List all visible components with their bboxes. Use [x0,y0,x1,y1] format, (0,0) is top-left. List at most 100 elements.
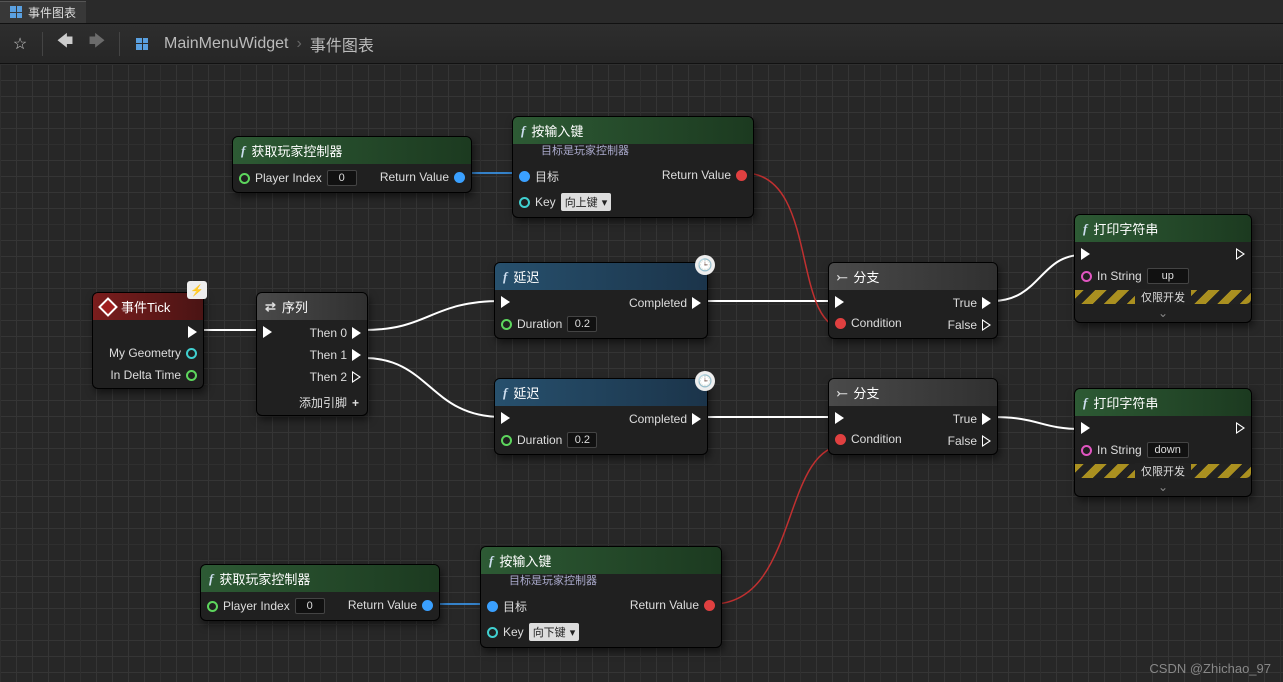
expand-chevron-icon[interactable]: ⌄ [1075,304,1251,322]
completed-pin[interactable]: Completed [629,412,701,426]
function-icon: f [489,553,493,569]
node-header[interactable]: 序列 [257,293,367,320]
node-get-player-controller-2[interactable]: f 获取玩家控制器 Player Index Return Value [200,564,440,621]
node-event-tick[interactable]: 事件Tick ⚡ My Geometry In Delta Time [92,292,204,389]
in-string-input[interactable] [1147,442,1189,458]
node-input-key-1[interactable]: f 按输入键 目标是玩家控制器 目标 Key向上键▾ Return Value [512,116,754,218]
expand-chevron-icon[interactable]: ⌄ [1075,478,1251,496]
key-pin[interactable]: Key向上键▾ [519,193,611,211]
target-pin[interactable]: 目标 [487,598,579,615]
tab-title: 事件图表 [28,4,76,21]
function-icon: f [209,571,213,587]
node-title: 序列 [282,297,308,316]
then1-pin[interactable]: Then 1 [310,348,361,362]
node-print-string-2[interactable]: f 打印字符串 In String 仅限开发 ⌄ [1074,388,1252,497]
exec-out-pin[interactable] [1236,248,1245,260]
then2-pin[interactable]: Then 2 [310,370,361,384]
function-icon: f [521,123,525,139]
node-header[interactable]: 分支 [829,379,997,406]
node-header[interactable]: 分支 [829,263,997,290]
node-header[interactable]: f 打印字符串 [1075,215,1251,242]
node-header[interactable]: f 按输入键 [513,117,753,144]
true-pin[interactable]: True [953,412,991,426]
in-string-pin[interactable]: In String [1081,268,1189,284]
return-value-pin[interactable]: Return Value [662,168,747,182]
then0-pin[interactable]: Then 0 [310,326,361,340]
star-button[interactable]: ☆ [6,30,34,58]
graph-canvas[interactable]: 事件Tick ⚡ My Geometry In Delta Time 序列 Th… [0,64,1283,682]
branch-icon [837,269,847,285]
node-sequence[interactable]: 序列 Then 0 Then 1 Then 2 添加引脚 + [256,292,368,416]
condition-pin[interactable]: Condition [835,432,902,446]
exec-in-pin[interactable] [501,296,597,308]
player-index-input[interactable] [327,170,357,186]
false-pin[interactable]: False [948,318,991,332]
breadcrumb-widget[interactable]: MainMenuWidget [164,35,289,53]
divider [42,32,43,56]
node-title: 延迟 [513,267,539,286]
false-pin[interactable]: False [948,434,991,448]
node-header[interactable]: f 打印字符串 [1075,389,1251,416]
condition-pin[interactable]: Condition [835,316,902,330]
node-header[interactable]: f 获取玩家控制器 [201,565,439,592]
node-input-key-2[interactable]: f 按输入键 目标是玩家控制器 目标 Key向下键▾ Return Value [480,546,722,648]
node-branch-1[interactable]: 分支 Condition True False [828,262,998,339]
sequence-icon [265,299,276,315]
exec-in-pin[interactable] [263,326,272,338]
duration-pin[interactable]: Duration [501,432,597,448]
node-title: 获取玩家控制器 [251,141,342,160]
return-value-pin[interactable]: Return Value [380,170,465,184]
tab-event-graph[interactable]: 事件图表 [0,1,86,23]
duration-pin[interactable]: Duration [501,316,597,332]
duration-input[interactable] [567,432,597,448]
tab-bar: 事件图表 [0,0,1283,24]
divider [119,32,120,56]
node-header[interactable]: f 获取玩家控制器 [233,137,471,164]
function-icon: f [1083,221,1087,237]
node-header[interactable]: f 延迟 [495,263,707,290]
key-pin[interactable]: Key向下键▾ [487,623,579,641]
branch-icon [837,385,847,401]
in-string-pin[interactable]: In String [1081,442,1189,458]
exec-in-pin[interactable] [1081,248,1189,260]
duration-input[interactable] [567,316,597,332]
key-dropdown[interactable]: 向上键▾ [561,193,612,211]
completed-pin[interactable]: Completed [629,296,701,310]
return-value-pin[interactable]: Return Value [348,598,433,612]
in-string-input[interactable] [1147,268,1189,284]
exec-in-pin[interactable] [835,296,902,308]
node-title: 按输入键 [499,551,551,570]
breadcrumb-graph[interactable]: 事件图表 [310,32,374,56]
node-print-string-1[interactable]: f 打印字符串 In String 仅限开发 ⌄ [1074,214,1252,323]
target-pin[interactable]: 目标 [519,168,611,185]
breadcrumb: MainMenuWidget › 事件图表 [164,32,374,56]
back-button[interactable]: 🡄 [51,30,79,58]
dev-only-banner: 仅限开发 [1075,290,1251,304]
node-branch-2[interactable]: 分支 Condition True False [828,378,998,455]
node-delay-2[interactable]: f 延迟 🕒 Duration Completed [494,378,708,455]
output-delta-pin[interactable]: In Delta Time [110,368,197,382]
node-header[interactable]: f 按输入键 [481,547,721,574]
node-get-player-controller-1[interactable]: f 获取玩家控制器 Player Index Return Value [232,136,472,193]
add-pin-button[interactable]: 添加引脚 + [257,390,367,415]
output-geometry-pin[interactable]: My Geometry [109,346,197,360]
dev-only-banner: 仅限开发 [1075,464,1251,478]
exec-in-pin[interactable] [835,412,902,424]
player-index-pin[interactable]: Player Index [207,598,325,614]
key-dropdown[interactable]: 向下键▾ [529,623,580,641]
return-value-pin[interactable]: Return Value [630,598,715,612]
node-delay-1[interactable]: f 延迟 🕒 Duration Completed [494,262,708,339]
node-header[interactable]: f 延迟 [495,379,707,406]
player-index-pin[interactable]: Player Index [239,170,357,186]
exec-in-pin[interactable] [1081,422,1189,434]
graph-home-button[interactable] [128,30,156,58]
exec-out-pin[interactable] [188,326,197,338]
node-title: 按输入键 [531,121,583,140]
bolt-icon: ⚡ [187,281,207,299]
exec-in-pin[interactable] [501,412,597,424]
watermark: CSDN @Zhichao_97 [1149,661,1271,676]
true-pin[interactable]: True [953,296,991,310]
forward-button[interactable]: 🡆 [83,30,111,58]
exec-out-pin[interactable] [1236,422,1245,434]
player-index-input[interactable] [295,598,325,614]
